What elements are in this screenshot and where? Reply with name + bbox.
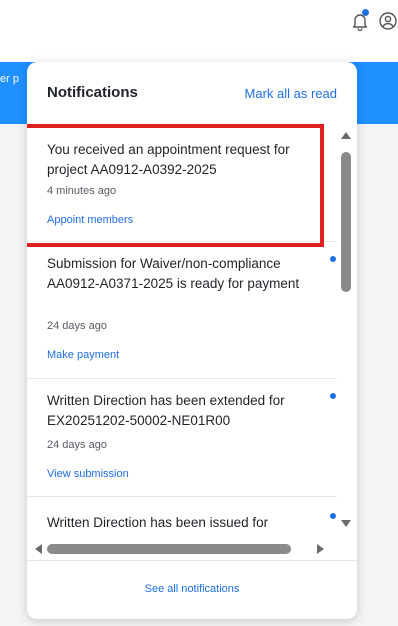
- notification-list[interactable]: You received an appointment request for …: [27, 122, 357, 560]
- notification-item[interactable]: Written Direction has been extended for …: [27, 379, 337, 497]
- top-bar: [0, 0, 398, 45]
- unread-dot: [330, 513, 336, 519]
- view-submission-link[interactable]: View submission: [47, 468, 129, 480]
- vertical-scroll-thumb[interactable]: [341, 152, 351, 292]
- unread-dot: [330, 393, 336, 399]
- mark-all-read-link[interactable]: Mark all as read: [245, 86, 337, 101]
- user-account-icon[interactable]: [378, 10, 398, 32]
- panel-footer: See all notifications: [27, 560, 357, 619]
- scroll-up-arrow-icon[interactable]: [341, 132, 351, 139]
- scroll-left-arrow-icon[interactable]: [35, 544, 42, 554]
- appoint-members-link[interactable]: Appoint members: [47, 214, 133, 226]
- notification-time: 24 days ago: [47, 320, 107, 332]
- panel-title: Notifications: [47, 84, 138, 101]
- notification-title: Written Direction has been issued for: [47, 515, 269, 530]
- make-payment-link[interactable]: Make payment: [47, 349, 119, 361]
- notification-badge-dot: [362, 9, 369, 16]
- notification-time: 4 minutes ago: [47, 185, 117, 197]
- horizontal-scroll-thumb[interactable]: [47, 544, 291, 554]
- notification-title: Written Direction has been extended for …: [47, 393, 285, 428]
- notification-title: You received an appointment request for …: [47, 142, 290, 177]
- notifications-panel: Notifications Mark all as read You recei…: [27, 62, 357, 619]
- notification-title: Submission for Waiver/non-compliance AA0…: [47, 256, 300, 291]
- panel-header: Notifications Mark all as read: [27, 62, 357, 122]
- scroll-down-arrow-icon[interactable]: [341, 520, 351, 527]
- notification-item[interactable]: You received an appointment request for …: [27, 122, 337, 242]
- see-all-notifications-link[interactable]: See all notifications: [27, 583, 357, 595]
- notification-item[interactable]: Submission for Waiver/non-compliance AA0…: [27, 242, 337, 379]
- unread-dot: [330, 256, 336, 262]
- page-banner-text: er p: [0, 73, 19, 85]
- notification-time: 24 days ago: [47, 439, 107, 451]
- scroll-right-arrow-icon[interactable]: [317, 544, 324, 554]
